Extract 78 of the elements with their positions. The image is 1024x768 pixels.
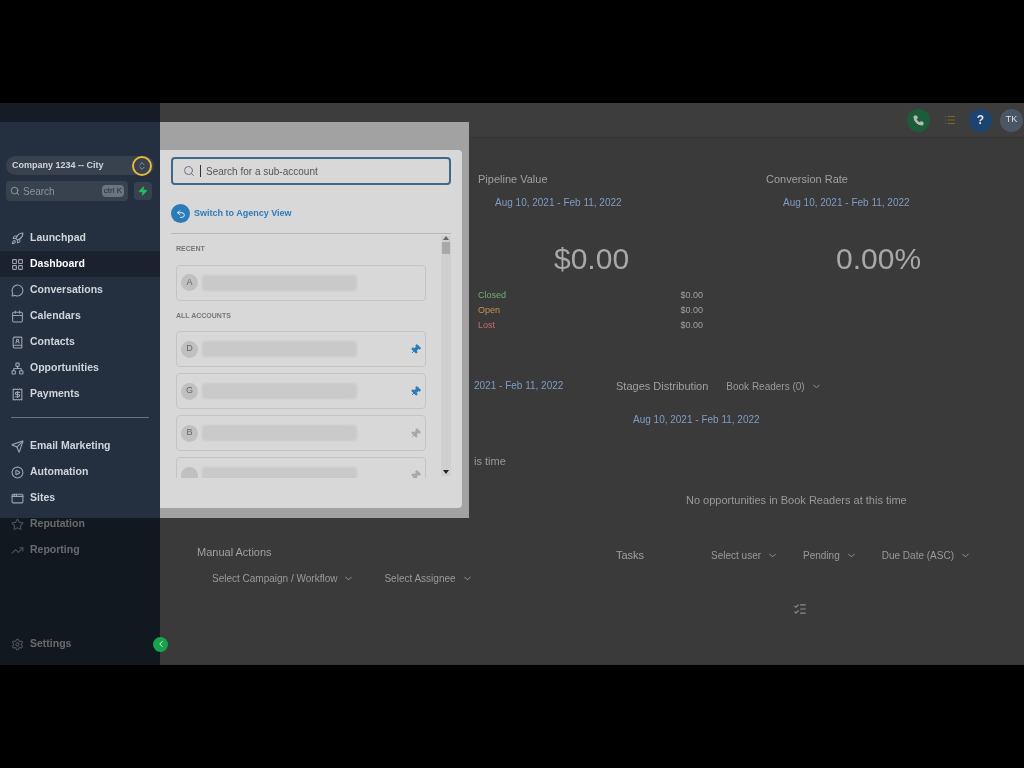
phone-button[interactable] [907,108,930,132]
sidebar-item[interactable]: Launchpad [0,225,160,251]
chat-bubble-icon [11,283,24,297]
help-button[interactable]: ? [969,108,992,132]
card-title: Conversion Rate [766,172,849,187]
calendar-icon [11,309,24,323]
status-amount: $0.00 [680,288,703,302]
conversion-rate: 0.00% [836,240,923,277]
settings-icon [11,637,24,651]
sidebar-item[interactable]: Email Marketing [0,433,160,459]
selector-toggle-icon[interactable] [132,155,152,176]
date-range[interactable]: Aug 10, 2021 - Feb 11, 2022 [783,194,1024,210]
dropdown-select[interactable]: Pending [803,547,857,563]
sidebar-item[interactable]: Opportunities [0,355,160,381]
account-row[interactable]: A [176,264,426,301]
list-icon [943,114,956,126]
dropdown-select[interactable]: Select Assignee [384,570,473,586]
status-amount: $0.00 [680,318,703,332]
status-label: Closed [478,288,506,302]
dropdown-select[interactable]: Select user [711,547,779,563]
account-avatar: G [181,382,198,400]
phone-icon [913,114,924,126]
sidebar-item[interactable]: Reporting [0,537,160,563]
sidebar-item[interactable]: Conversations [0,277,160,303]
sidebar-item[interactable]: Reputation [0,511,160,537]
user-avatar[interactable]: TK [1000,108,1023,132]
dropdown-select[interactable]: Select Campaign / Workflow [212,570,355,586]
account-selector[interactable]: Company 1234 -- City [6,156,154,175]
pipeline-total: $0.00 [554,240,631,277]
account-avatar [181,466,198,478]
settings-item[interactable]: Settings [11,636,72,652]
switch-view-link[interactable]: Switch to Agency View [171,204,451,223]
sidebar-item[interactable]: Automation [0,459,160,485]
status-label: Lost [478,318,495,332]
receipt-icon [11,387,24,401]
network-icon [11,361,24,375]
scroll-up-icon [443,236,449,240]
search-field[interactable]: Search for a sub-account [171,157,451,185]
search-icon [183,165,195,177]
account-avatar: A [181,274,198,291]
sidebar-item[interactable]: Sites [0,485,160,511]
account-row[interactable]: D [176,331,426,367]
address-book-icon [11,335,24,349]
play-icon [11,465,24,479]
browser-window-icon [11,491,24,505]
date-range[interactable]: 2021 - Feb 11, 2022 [474,378,592,393]
card-title: Manual Actions [197,545,273,560]
dropdown-select[interactable]: Due Date (ASC) [881,547,971,563]
date-range[interactable]: Aug 10, 2021 - Feb 11, 2022 [633,411,1024,427]
dropdown-select[interactable]: Book Readers (0) [726,378,822,394]
scroll-down-icon [443,470,449,474]
empty-message: No opportunities in Book Readers at this time [686,492,908,508]
sidebar-item[interactable]: Contacts [0,329,160,355]
sidebar-item[interactable]: Dashboard [0,251,160,277]
card-title: Tasks [616,548,646,563]
account-row[interactable]: G [176,373,426,409]
search-icon [10,186,20,196]
quick-action-button[interactable] [134,182,152,200]
account-avatar: D [181,340,198,358]
status-amount: $0.00 [680,303,703,317]
card-title: Pipeline Value [478,172,549,187]
scrollbar[interactable] [441,236,451,476]
paper-plane-icon [11,439,24,453]
task-list-icon [793,601,807,616]
date-range[interactable]: Aug 10, 2021 - Feb 11, 2022 [495,194,741,210]
account-name: Company 1234 -- City [12,158,105,172]
empty-message: is time [474,454,507,469]
sidebar-item[interactable]: Calendars [0,303,160,329]
star-icon [11,517,24,531]
status-label: Open [478,303,501,317]
card-title: Stages Distribution [616,379,709,394]
account-avatar: B [181,424,198,442]
rocket-icon [11,231,24,245]
grid-icon [11,257,24,271]
account-row[interactable]: B [176,415,426,451]
sidebar-item[interactable]: Payments [0,381,160,407]
lightning-icon [138,186,148,196]
scrollbar-thumb[interactable] [442,242,450,254]
